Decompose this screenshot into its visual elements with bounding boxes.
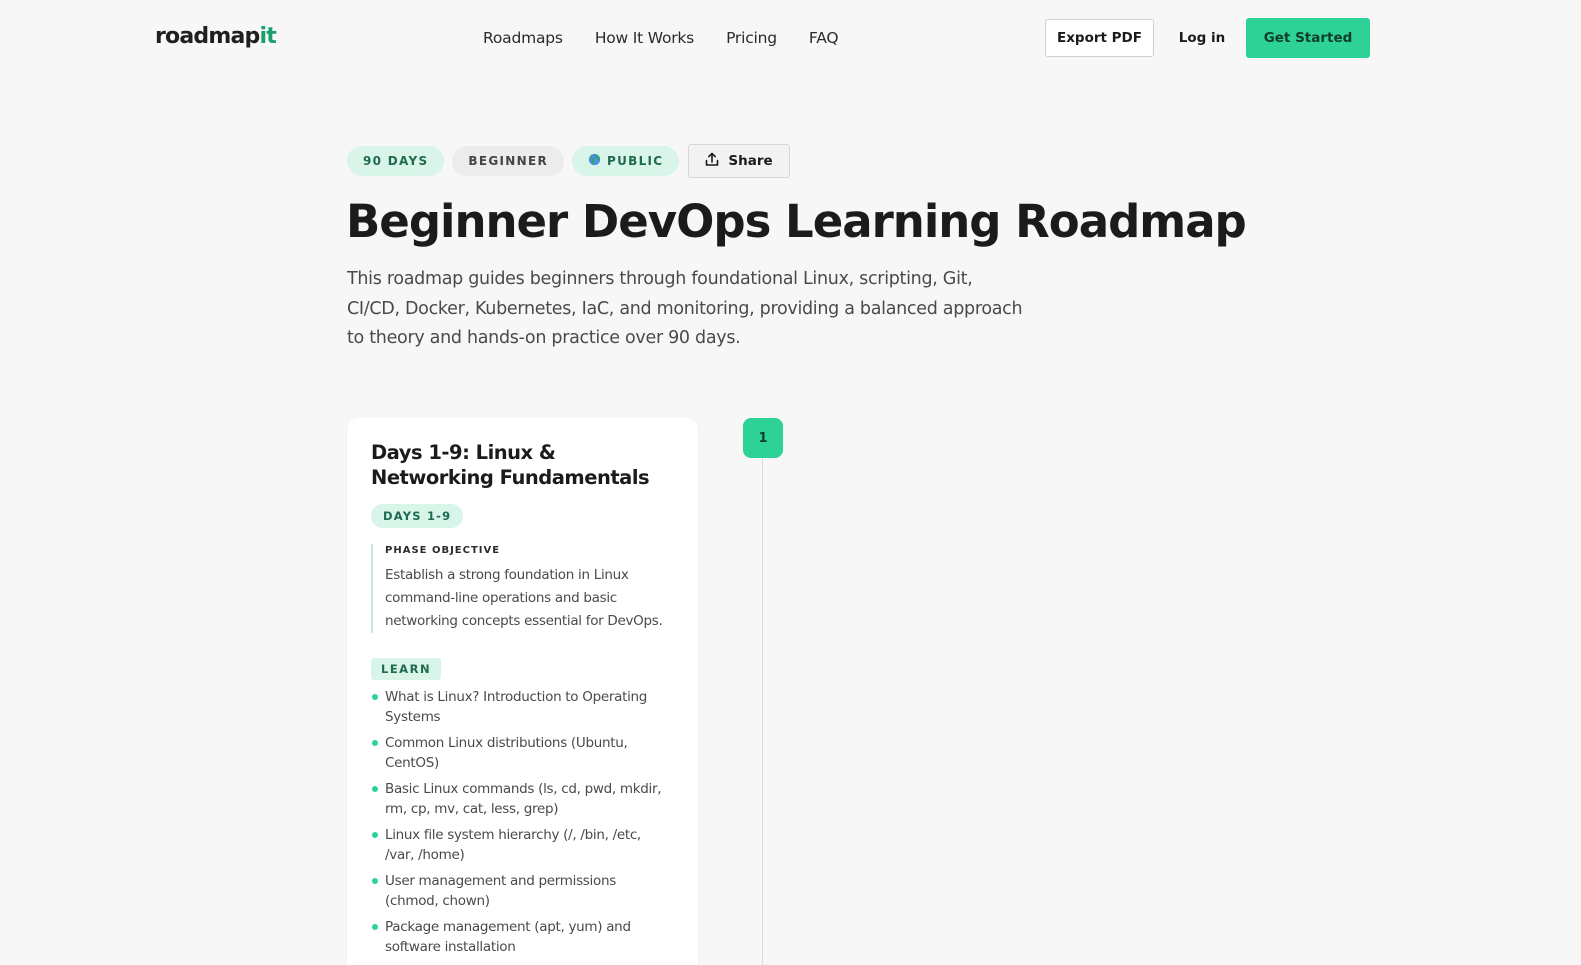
globe-icon xyxy=(588,153,601,170)
level-tag: BEGINNER xyxy=(452,146,565,176)
share-label: Share xyxy=(728,153,773,169)
bullet-dot xyxy=(372,878,378,884)
list-item: Package management (apt, yum) and softwa… xyxy=(371,917,671,957)
nav-link-roadmaps[interactable]: Roadmaps xyxy=(483,26,563,50)
bullet-dot xyxy=(372,740,378,746)
logo[interactable]: roadmapit xyxy=(155,22,277,52)
list-item-text: User management and permissions (chmod, … xyxy=(385,873,616,909)
list-item-text: What is Linux? Introduction to Operating… xyxy=(385,689,648,725)
nav-link-how-it-works[interactable]: How It Works xyxy=(595,26,694,50)
main-nav: Roadmaps How It Works Pricing FAQ xyxy=(483,26,839,50)
phase-title: Days 1-9: Linux & Networking Fundamental… xyxy=(371,441,650,489)
duration-tag: 90 DAYS xyxy=(347,146,445,176)
list-item-text: Basic Linux commands (ls, cd, pwd, mkdir… xyxy=(385,781,662,817)
list-item-text: Linux file system hierarchy (/, /bin, /e… xyxy=(385,827,641,863)
phase-objective: PHASE OBJECTIVE Establish a strong found… xyxy=(371,544,671,633)
page-title: Beginner DevOps Learning Roadmap xyxy=(346,195,1247,248)
phase-objective-text: Establish a strong foundation in Linux c… xyxy=(385,567,663,629)
timeline-line xyxy=(762,455,763,965)
visibility-label: PUBLIC xyxy=(607,154,664,168)
nav-link-faq[interactable]: FAQ xyxy=(809,26,839,50)
phase-days-badge: DAYS 1-9 xyxy=(371,504,464,528)
list-item: What is Linux? Introduction to Operating… xyxy=(371,687,671,727)
login-button[interactable]: Log in xyxy=(1172,19,1232,57)
phase-number-marker: 1 xyxy=(743,418,783,458)
get-started-button[interactable]: Get Started xyxy=(1246,18,1370,58)
visibility-tag: PUBLIC xyxy=(572,146,680,176)
share-upload-icon xyxy=(705,152,719,171)
roadmap-tags: 90 DAYS BEGINNER PUBLIC Share xyxy=(347,144,790,178)
list-item: Common Linux distributions (Ubuntu, Cent… xyxy=(371,733,671,773)
bullet-dot xyxy=(372,924,378,930)
top-header: roadmapit Roadmaps How It Works Pricing … xyxy=(0,0,1581,76)
list-item: Linux file system hierarchy (/, /bin, /e… xyxy=(371,825,671,865)
bullet-dot xyxy=(372,786,378,792)
learn-badge: LEARN xyxy=(371,658,442,680)
export-pdf-button[interactable]: Export PDF xyxy=(1045,19,1154,57)
list-item-text: Package management (apt, yum) and softwa… xyxy=(385,919,631,955)
phase-objective-label: PHASE OBJECTIVE xyxy=(385,545,501,556)
logo-accent-text: it xyxy=(259,24,276,49)
share-button[interactable]: Share xyxy=(688,144,790,178)
bullet-dot xyxy=(372,694,378,700)
page-description: This roadmap guides beginners through fo… xyxy=(347,269,1023,348)
list-item-text: Common Linux distributions (Ubuntu, Cent… xyxy=(385,735,628,771)
logo-text: roadmap xyxy=(155,24,260,49)
learn-list: What is Linux? Introduction to Operating… xyxy=(371,687,671,963)
bullet-dot xyxy=(372,832,378,838)
nav-link-pricing[interactable]: Pricing xyxy=(726,26,777,50)
phase-card: Days 1-9: Linux & Networking Fundamental… xyxy=(347,418,698,965)
list-item: User management and permissions (chmod, … xyxy=(371,871,671,911)
list-item: Basic Linux commands (ls, cd, pwd, mkdir… xyxy=(371,779,671,819)
